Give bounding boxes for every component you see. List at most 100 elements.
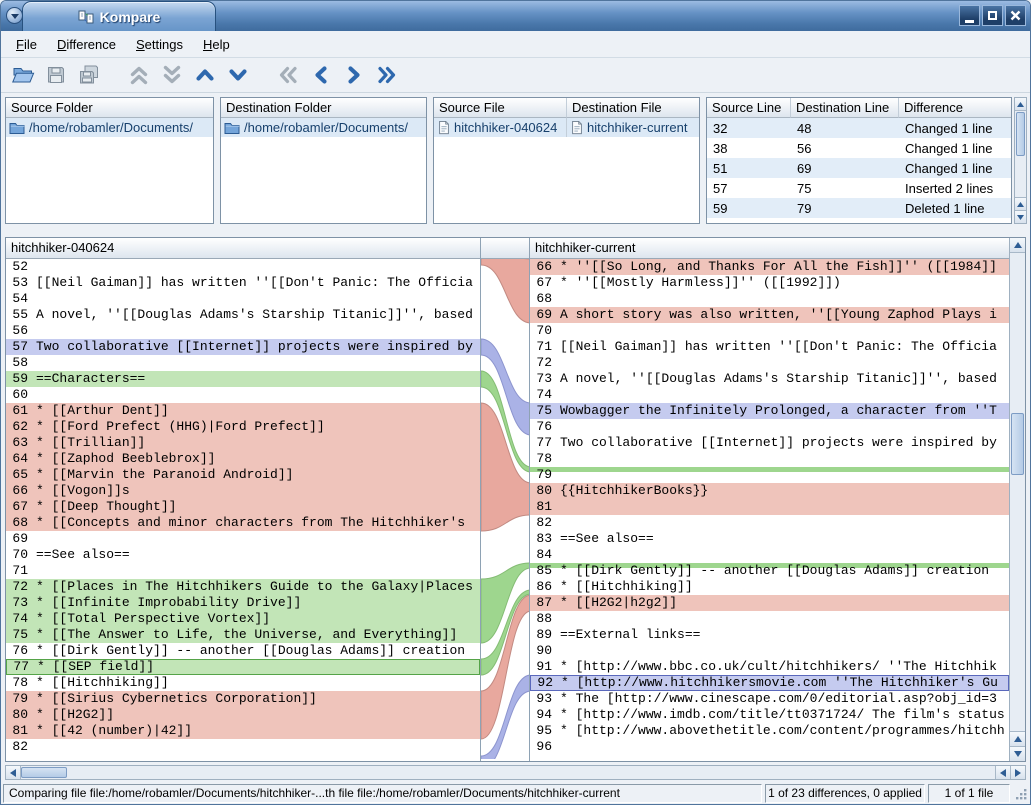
diff-line-59[interactable]: 59 ==Characters== [6,371,480,387]
diff-line-75[interactable]: 75 Wowbagger the Infinitely Prolonged, a … [530,403,1009,419]
minimize-button[interactable] [959,5,980,26]
diff-line-77[interactable]: 77 * [[SEP field]] [6,659,480,675]
source-file-row[interactable]: hitchhiker-040624 [434,118,567,137]
diff-line-58[interactable]: 58 [6,355,480,371]
forward-button[interactable] [340,61,368,89]
diff-line-86[interactable]: 86 * [[Hitchhiking]] [530,579,1009,595]
next-difference-button[interactable] [224,61,252,89]
diff-line-76[interactable]: 76 [530,419,1009,435]
menu-difference[interactable]: Difference [48,33,125,56]
save-all-button[interactable] [75,61,103,89]
difference-row[interactable]: 57 75 Inserted 2 lines [707,178,1011,198]
diff-line-74[interactable]: 74 * [[Total Perspective Vortex]] [6,611,480,627]
resize-grip[interactable] [1013,786,1028,801]
destination-folder-row[interactable]: /home/robamler/Documents/ [221,118,426,137]
diff-line-77[interactable]: 77 Two collaborative [[Internet]] project… [530,435,1009,451]
diff-line-73[interactable]: 73 A novel, ''[[Douglas Adams's Starship … [530,371,1009,387]
horizontal-scrollbar[interactable] [5,765,1026,780]
diff-line-88[interactable]: 88 [530,611,1009,627]
diff-line-57[interactable]: 57 Two collaborative [[Internet]] project… [6,339,480,355]
back-button[interactable] [307,61,335,89]
diff-line-96[interactable]: 96 [530,739,1009,755]
source-folder-row[interactable]: /home/robamler/Documents/ [6,118,213,137]
diff-line-71[interactable]: 71 [6,563,480,579]
scrollbar-trough[interactable] [1015,111,1026,197]
back-double-button[interactable] [274,61,302,89]
diff-line-79[interactable]: 79 * [[Sirius Cybernetics Corporation]] [6,691,480,707]
destination-line-header[interactable]: Destination Line [791,98,899,118]
diff-line-85[interactable]: 85 * [[Dirk Gently]] -- another [[Douglas… [530,563,1009,579]
difference-row[interactable]: 32 48 Changed 1 line [707,118,1011,138]
diff-line-69[interactable]: 69 [6,531,480,547]
difference-row[interactable]: 59 79 Deleted 1 line [707,198,1011,218]
previous-file-button[interactable] [125,61,153,89]
scroll-up-button[interactable] [1010,238,1025,253]
diff-line-53[interactable]: 53 [[Neil Gaiman]] has written ''[[Don't … [6,275,480,291]
destination-folder-header[interactable]: Destination Folder [221,98,426,118]
diff-line-93[interactable]: 93 * The [http://www.cinescape.com/0/edit… [530,691,1009,707]
diff-line-56[interactable]: 56 [6,323,480,339]
diff-line-94[interactable]: 94 * [http://www.imdb.com/title/tt0371724… [530,707,1009,723]
scroll-left-button[interactable] [995,766,1010,779]
diff-line-70[interactable]: 70 [530,323,1009,339]
source-file-header[interactable]: Source File [434,98,567,118]
diff-line-87[interactable]: 87 * [[H2G2|h2g2]] [530,595,1009,611]
diff-line-69[interactable]: 69 A short story was also written, ''[[Yo… [530,307,1009,323]
diff-line-62[interactable]: 62 * [[Ford Prefect (HHG)|Ford Prefect]] [6,419,480,435]
diff-line-80[interactable]: 80 {{HitchhikerBooks}} [530,483,1009,499]
differences-scrollbar[interactable] [1014,97,1027,224]
save-button[interactable] [42,61,70,89]
diff-line-90[interactable]: 90 [530,643,1009,659]
diff-line-89[interactable]: 89 ==External links== [530,627,1009,643]
diff-line-63[interactable]: 63 * [[Trillian]] [6,435,480,451]
diff-line-78[interactable]: 78 [530,451,1009,467]
scroll-left-button[interactable] [6,766,21,779]
diff-line-55[interactable]: 55 A novel, ''[[Douglas Adams's Starship … [6,307,480,323]
source-folder-header[interactable]: Source Folder [6,98,213,118]
diff-line-64[interactable]: 64 * [[Zaphod Beeblebrox]] [6,451,480,467]
diff-line-65[interactable]: 65 * [[Marvin the Paranoid Android]] [6,467,480,483]
diff-line-60[interactable]: 60 [6,387,480,403]
diff-line-83[interactable]: 83 ==See also== [530,531,1009,547]
diff-line-67[interactable]: 67 * [[Deep Thought]] [6,499,480,515]
diff-line-75[interactable]: 75 * [[The Answer to Life, the Universe, … [6,627,480,643]
window-menu-button[interactable] [6,7,23,24]
title-tab[interactable]: Kompare [22,1,216,31]
diff-line-74[interactable]: 74 [530,387,1009,403]
scroll-down-button[interactable] [1015,210,1026,223]
close-button[interactable] [1005,5,1026,26]
vertical-scrollbar[interactable] [1009,238,1025,761]
diff-line-82[interactable]: 82 [530,515,1009,531]
scroll-down-button[interactable] [1010,746,1025,761]
diff-line-76[interactable]: 76 * [[Dirk Gently]] -- another [[Douglas… [6,643,480,659]
diff-line-61[interactable]: 61 * [[Arthur Dent]] [6,403,480,419]
diff-line-52[interactable]: 52 [6,259,480,275]
scrollbar-trough[interactable] [21,766,995,779]
source-line-header[interactable]: Source Line [707,98,791,118]
open-button[interactable] [9,61,37,89]
maximize-button[interactable] [982,5,1003,26]
diff-line-78[interactable]: 78 * [[Hitchhiking]] [6,675,480,691]
diff-line-91[interactable]: 91 * [http://www.bbc.co.uk/cult/hitchhike… [530,659,1009,675]
diff-line-68[interactable]: 68 [530,291,1009,307]
diff-line-66[interactable]: 66 * ''[[So Long, and Thanks For All the … [530,259,1009,275]
scroll-up-button[interactable] [1010,731,1025,746]
scroll-up-button[interactable] [1015,197,1026,210]
diff-line-81[interactable]: 81 [530,499,1009,515]
difference-row[interactable]: 38 56 Changed 1 line [707,138,1011,158]
diff-line-92[interactable]: 92 * [http://www.hitchhikersmovie.com ''T… [530,675,1009,691]
scrollbar-thumb[interactable] [21,767,67,778]
diff-line-70[interactable]: 70 ==See also== [6,547,480,563]
diff-line-54[interactable]: 54 [6,291,480,307]
menu-file[interactable]: File [7,33,46,56]
diff-line-67[interactable]: 67 * ''[[Mostly Harmless]]'' ([[1992]]) [530,275,1009,291]
scrollbar-trough[interactable] [1010,253,1025,731]
titlebar[interactable]: Kompare [1,1,1030,31]
menu-help[interactable]: Help [194,33,239,56]
diff-line-73[interactable]: 73 * [[Infinite Improbability Drive]] [6,595,480,611]
destination-file-header[interactable]: Destination File [567,98,699,118]
diff-line-66[interactable]: 66 * [[Vogon]]s [6,483,480,499]
diff-line-80[interactable]: 80 * [[H2G2]] [6,707,480,723]
scroll-right-button[interactable] [1010,766,1025,779]
diff-line-84[interactable]: 84 [530,547,1009,563]
